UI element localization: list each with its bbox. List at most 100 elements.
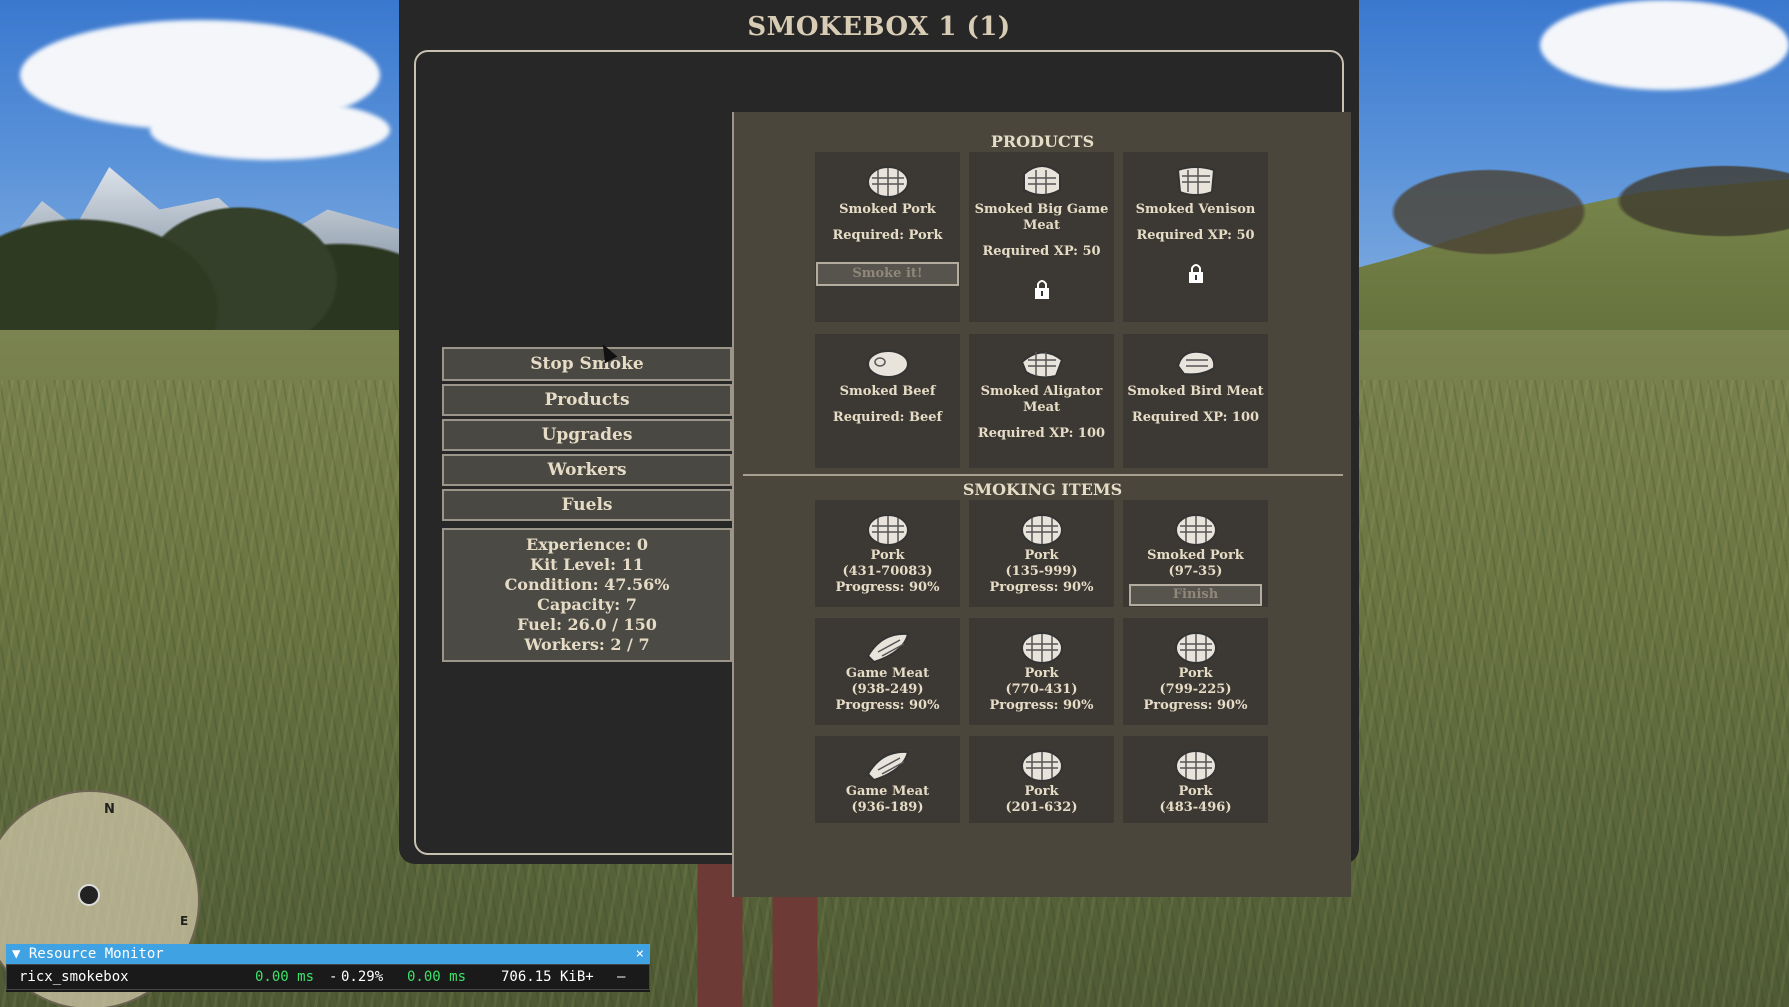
smoking-item-name: Pork <box>1024 548 1059 563</box>
smoking-item-card[interactable]: Game Meat (936-189) <box>815 736 960 823</box>
big-game-meat-icon <box>1022 165 1061 196</box>
lock-icon <box>1188 264 1203 283</box>
minimap-north-label: N <box>104 802 115 817</box>
smoking-item-code: (431-70083) <box>842 564 933 579</box>
bird-meat-icon <box>1176 350 1215 376</box>
resource-monitor-header[interactable]: ▼ Resource Monitor × <box>6 944 650 964</box>
resource-monitor: ▼ Resource Monitor × ricx_smokebox 0.00 … <box>6 944 650 992</box>
product-name: Smoked Aligator Meat <box>980 384 1103 415</box>
smoking-item-name: Pork <box>870 548 905 563</box>
stat-capacity: Capacity: 7 <box>537 595 637 614</box>
panel-title: SMOKEBOX 1 (1) <box>747 12 1011 42</box>
pork-icon <box>1020 514 1063 546</box>
smoking-item-name: Pork <box>1178 784 1213 799</box>
minimap-east-label: E <box>180 914 189 928</box>
product-requirement: Required XP: 100 <box>1131 410 1260 425</box>
product-requirement: Required: Pork <box>832 228 943 243</box>
stat-condition: Condition: 47.56% <box>504 575 670 594</box>
smoking-item-name: Game Meat <box>845 666 930 681</box>
pork-icon <box>866 166 909 198</box>
stat-experience: Experience: 0 <box>526 535 648 554</box>
smoking-item-code: (201-632) <box>1005 800 1078 815</box>
pork-icon <box>1020 632 1063 664</box>
smoking-item-progress: Progress: 90% <box>835 580 940 595</box>
smoking-item-card[interactable]: Pork (799-225) Progress: 90% <box>1123 618 1268 725</box>
close-icon[interactable]: × <box>636 944 644 964</box>
smoking-item-card[interactable]: Pork (483-496) <box>1123 736 1268 823</box>
smoking-item-name: Pork <box>1024 666 1059 681</box>
pork-icon <box>1020 750 1063 782</box>
stat-workers: Workers: 2 / 7 <box>524 635 650 654</box>
product-name: Smoked Beef <box>839 384 936 399</box>
smoking-item-code: (135-999) <box>1005 564 1078 579</box>
fuels-button[interactable]: Fuels <box>442 489 732 521</box>
separator: - <box>329 969 338 985</box>
product-card: Smoked Big Game Meat Required XP: 50 <box>969 152 1114 322</box>
smoking-item-progress: Progress: 90% <box>1143 698 1248 713</box>
finish-button[interactable]: Finish <box>1129 584 1262 606</box>
product-card: Smoked Beef Required: Beef <box>815 334 960 468</box>
pork-icon <box>866 514 909 546</box>
product-card: Smoked Pork Required: Pork Smoke it! <box>815 152 960 322</box>
smoking-item-code: (938-249) <box>851 682 924 697</box>
smoking-item-code: (97-35) <box>1168 564 1223 579</box>
stop-smoke-button[interactable]: Stop Smoke <box>442 347 732 381</box>
smoking-item-card[interactable]: Smoked Pork (97-35) Finish <box>1123 500 1268 607</box>
cloud <box>1540 0 1789 90</box>
product-card: Smoked Aligator Meat Required XP: 100 <box>969 334 1114 468</box>
upgrades-button[interactable]: Upgrades <box>442 419 732 451</box>
content-area: PRODUCTS Smoked Pork Required: Pork Smok… <box>732 112 1351 897</box>
smoke-it-button[interactable]: Smoke it! <box>816 262 959 286</box>
smokebox-panel: SMOKEBOX 1 (1) Stop Smoke Products Upgra… <box>399 0 1359 897</box>
resource-monitor-title: Resource Monitor <box>28 946 164 962</box>
products-button[interactable]: Products <box>442 384 732 416</box>
stat-fuel: Fuel: 26.0 / 150 <box>517 615 657 634</box>
products-title: PRODUCTS <box>990 132 1095 151</box>
smoking-item-card[interactable]: Pork (201-632) <box>969 736 1114 823</box>
smoking-item-card[interactable]: Game Meat (938-249) Progress: 90% <box>815 618 960 725</box>
aligator-meat-icon <box>1020 351 1063 379</box>
product-name: Smoked Bird Meat <box>1127 384 1264 399</box>
smoking-item-name: Smoked Pork <box>1147 548 1244 563</box>
product-requirement: Required XP: 50 <box>1136 228 1255 243</box>
smoking-item-card[interactable]: Pork (431-70083) Progress: 90% <box>815 500 960 607</box>
stat-kit-level: Kit Level: 11 <box>530 555 644 574</box>
product-card: Smoked Venison Required XP: 50 <box>1123 152 1268 322</box>
resource-name: ricx_smokebox <box>19 969 129 985</box>
lock-icon <box>1034 280 1049 299</box>
smoking-item-name: Pork <box>1024 784 1059 799</box>
smoking-item-progress: Progress: 90% <box>989 580 1094 595</box>
cpu-ms: 0.00 ms <box>255 969 315 985</box>
memory-usage: 706.15 KiB+ <box>501 969 594 985</box>
smoking-item-progress: Progress: 90% <box>989 698 1094 713</box>
product-name: Smoked Pork <box>839 202 936 217</box>
smoking-item-card[interactable]: Pork (770-431) Progress: 90% <box>969 618 1114 725</box>
game-meat-icon <box>866 750 909 782</box>
beef-icon <box>866 350 909 378</box>
product-name: Smoked Venison <box>1135 202 1256 217</box>
smoking-item-code: (483-496) <box>1159 800 1232 815</box>
collapse-triangle-icon[interactable]: ▼ <box>12 946 29 962</box>
smoking-item-name: Game Meat <box>845 784 930 799</box>
product-name: Smoked Big Game Meat <box>974 202 1109 233</box>
smoking-item-card[interactable]: Pork (135-999) Progress: 90% <box>969 500 1114 607</box>
stats-box: Experience: 0 Kit Level: 11 Condition: 4… <box>442 528 732 662</box>
venison-icon <box>1176 166 1215 196</box>
game-meat-icon <box>866 632 909 664</box>
product-requirement: Required XP: 50 <box>982 244 1101 259</box>
workers-button[interactable]: Workers <box>442 454 732 486</box>
cpu-percent: 0.29% <box>341 969 384 985</box>
smoking-item-code: (936-189) <box>851 800 924 815</box>
smoking-item-progress: Progress: 90% <box>835 698 940 713</box>
bare-trees <box>1360 80 1789 300</box>
section-divider <box>743 474 1343 476</box>
product-requirement: Required: Beef <box>832 410 943 425</box>
sidebar: Stop Smoke Products Upgrades Workers Fue… <box>442 347 732 662</box>
minus-button[interactable]: – <box>617 965 625 989</box>
pork-icon <box>1174 750 1217 782</box>
smoking-item-code: (770-431) <box>1005 682 1078 697</box>
time-ms: 0.00 ms <box>407 969 467 985</box>
smoking-item-name: Pork <box>1178 666 1213 681</box>
pork-icon <box>1174 632 1217 664</box>
smoking-item-code: (799-225) <box>1159 682 1232 697</box>
